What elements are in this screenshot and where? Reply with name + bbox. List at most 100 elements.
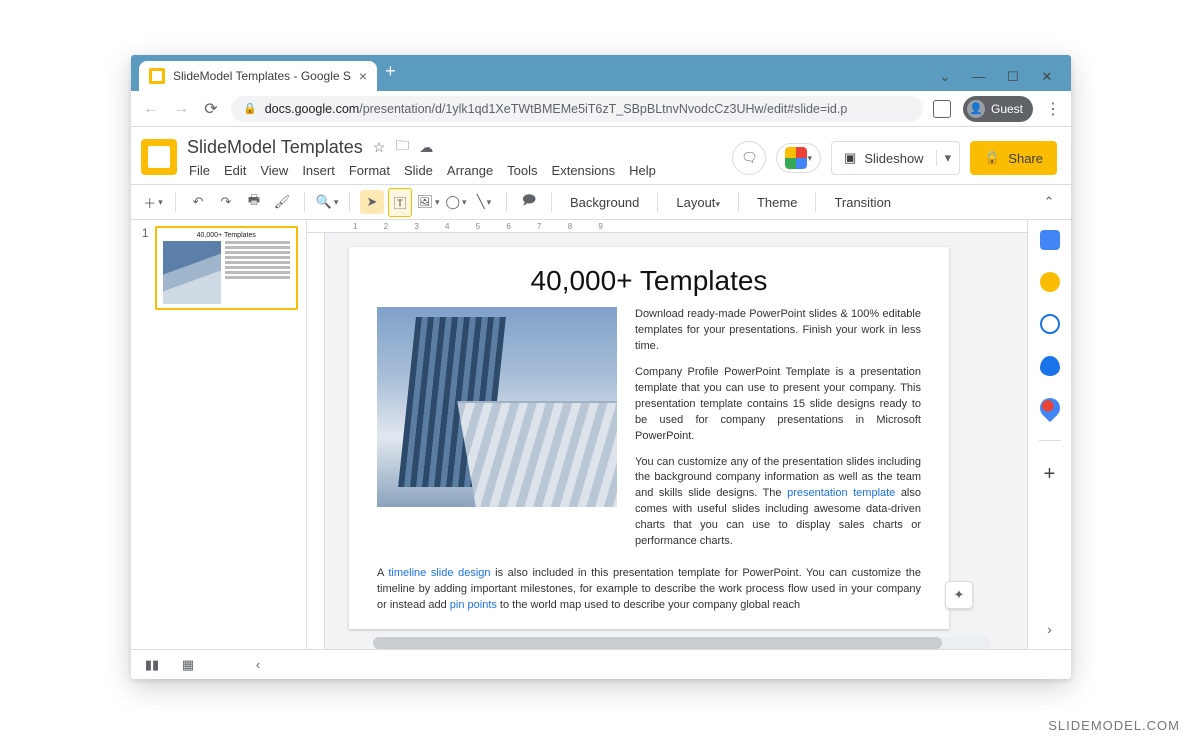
image-tool[interactable]: 🖼▾ bbox=[416, 190, 440, 214]
undo-button[interactable]: ↶ bbox=[186, 190, 210, 214]
menu-tools[interactable]: Tools bbox=[507, 163, 537, 178]
hide-side-panel-button[interactable]: › bbox=[1047, 621, 1052, 637]
link-timeline[interactable]: timeline slide design bbox=[388, 567, 490, 579]
app-header: SlideModel Templates ☆ 🗀 ☁ File Edit Vie… bbox=[131, 127, 1071, 184]
slide-viewport[interactable]: 40,000+ Templates Download ready-made Po… bbox=[325, 233, 1027, 649]
slide-title[interactable]: 40,000+ Templates bbox=[377, 265, 921, 297]
close-tab-icon[interactable]: × bbox=[359, 68, 367, 84]
bottom-bar: ▮▮ ▦ ‹ bbox=[131, 649, 1071, 679]
menu-bar: File Edit View Insert Format Slide Arran… bbox=[187, 161, 722, 184]
url-input[interactable]: 🔒 docs.google.com/presentation/d/1ylk1qd… bbox=[231, 96, 923, 122]
comment-icon: 🗨 bbox=[741, 150, 758, 166]
watermark: SLIDEMODEL.COM bbox=[1048, 718, 1180, 733]
shape-tool[interactable]: ◯▾ bbox=[444, 190, 468, 214]
slideshow-caret[interactable]: ▾ bbox=[936, 150, 960, 166]
menu-view[interactable]: View bbox=[260, 163, 288, 178]
slide-image[interactable] bbox=[377, 307, 617, 507]
forward-button[interactable]: → bbox=[171, 100, 191, 118]
close-window-icon[interactable]: ✕ bbox=[1039, 69, 1055, 85]
horizontal-ruler: 1 2 3 4 5 6 7 8 9 bbox=[307, 220, 1027, 233]
link-presentation-template[interactable]: presentation template bbox=[787, 487, 895, 499]
url-host: docs.google.com bbox=[265, 102, 360, 116]
slide-p4: A timeline slide design is also included… bbox=[377, 566, 921, 614]
play-icon: ▣ bbox=[844, 150, 856, 166]
browser-tab[interactable]: SlideModel Templates - Google S × bbox=[139, 61, 377, 91]
slides-logo-icon[interactable] bbox=[141, 139, 177, 175]
menu-slide[interactable]: Slide bbox=[404, 163, 433, 178]
contacts-icon[interactable] bbox=[1040, 356, 1060, 376]
profile-chip[interactable]: 👤 Guest bbox=[963, 96, 1033, 122]
doc-title[interactable]: SlideModel Templates bbox=[187, 137, 363, 158]
lock-icon: 🔒 bbox=[984, 150, 1000, 166]
browser-menu-icon[interactable]: ⋮ bbox=[1045, 99, 1061, 119]
maps-icon[interactable] bbox=[1035, 394, 1063, 422]
menu-extensions[interactable]: Extensions bbox=[552, 163, 616, 178]
reload-button[interactable]: ⟳ bbox=[201, 99, 221, 119]
profile-label: Guest bbox=[991, 102, 1023, 116]
back-button[interactable]: ← bbox=[141, 100, 161, 118]
new-slide-button[interactable]: ＋▾ bbox=[141, 189, 165, 216]
meet-icon bbox=[785, 147, 807, 169]
thumb-index: 1 bbox=[139, 226, 149, 310]
star-icon[interactable]: ☆ bbox=[373, 139, 386, 156]
slideshow-button[interactable]: ▣ Slideshow ▾ bbox=[831, 141, 960, 175]
comment-tool[interactable]: 🗩 bbox=[517, 187, 541, 217]
add-addon-button[interactable]: + bbox=[1044, 463, 1056, 486]
keep-icon[interactable] bbox=[1040, 272, 1060, 292]
side-panel: + › bbox=[1027, 220, 1071, 649]
chevron-down-icon[interactable]: ⌄ bbox=[937, 69, 953, 85]
move-icon[interactable]: 🗀 bbox=[395, 135, 409, 159]
grid-view-button[interactable]: ▦ bbox=[177, 657, 199, 673]
slide-p1: Download ready-made PowerPoint slides & … bbox=[635, 307, 921, 355]
collapse-toolbar-button[interactable]: ⌃ bbox=[1037, 190, 1061, 214]
menu-format[interactable]: Format bbox=[349, 163, 390, 178]
background-button[interactable]: Background bbox=[562, 191, 647, 214]
slide-p3: You can customize any of the presentatio… bbox=[635, 455, 921, 551]
explore-button[interactable]: ✦ bbox=[945, 581, 973, 609]
meet-button[interactable]: ▾ bbox=[776, 143, 821, 173]
textbox-tool[interactable]: 🅃 bbox=[388, 188, 412, 217]
toolbar: ＋▾ ↶ ↷ 🖶 🖌 🔍▾ ➤ 🅃 🖼▾ ◯▾ ╲▾ 🗩 Background … bbox=[131, 184, 1071, 220]
maximize-icon[interactable]: ☐ bbox=[1005, 69, 1021, 85]
slide-thumbnail[interactable]: 1 40,000+ Templates bbox=[139, 226, 298, 310]
canvas-area: 1 2 3 4 5 6 7 8 9 40,000+ Templates Down… bbox=[307, 220, 1027, 649]
menu-arrange[interactable]: Arrange bbox=[447, 163, 493, 178]
select-tool[interactable]: ➤ bbox=[360, 190, 384, 214]
theme-button[interactable]: Theme bbox=[749, 191, 805, 214]
slide-p2: Company Profile PowerPoint Template is a… bbox=[635, 365, 921, 445]
filmstrip-view-button[interactable]: ▮▮ bbox=[141, 657, 163, 673]
redo-button[interactable]: ↷ bbox=[214, 190, 238, 214]
print-button[interactable]: 🖶 bbox=[242, 187, 266, 217]
link-pin-points[interactable]: pin points bbox=[450, 599, 497, 611]
calendar-icon[interactable] bbox=[1040, 230, 1060, 250]
menu-insert[interactable]: Insert bbox=[302, 163, 335, 178]
transition-button[interactable]: Transition bbox=[826, 191, 899, 214]
horizontal-scrollbar[interactable] bbox=[373, 637, 991, 649]
extension-icon[interactable] bbox=[933, 100, 951, 118]
slide-canvas[interactable]: 40,000+ Templates Download ready-made Po… bbox=[349, 247, 949, 629]
sparkle-icon: ✦ bbox=[954, 587, 965, 603]
slideshow-label: Slideshow bbox=[864, 151, 923, 166]
slide-thumbnail-panel: 1 40,000+ Templates bbox=[131, 220, 307, 649]
comments-button[interactable]: 🗨 bbox=[732, 141, 766, 175]
person-icon: 👤 bbox=[967, 100, 985, 118]
menu-help[interactable]: Help bbox=[629, 163, 656, 178]
zoom-button[interactable]: 🔍▾ bbox=[315, 190, 339, 214]
menu-edit[interactable]: Edit bbox=[224, 163, 246, 178]
collapse-filmstrip-button[interactable]: ‹ bbox=[247, 657, 269, 672]
share-button[interactable]: 🔒Share bbox=[970, 141, 1057, 175]
paint-format-button[interactable]: 🖌 bbox=[270, 190, 294, 214]
vertical-ruler bbox=[307, 233, 325, 649]
thumbnail-preview: 40,000+ Templates bbox=[155, 226, 298, 310]
browser-titlebar: SlideModel Templates - Google S × + ⌄ — … bbox=[131, 55, 1071, 91]
url-path: /presentation/d/1ylk1qd1XeTWtBMEMe5iT6zT… bbox=[359, 102, 847, 116]
slide-text-block[interactable]: Download ready-made PowerPoint slides & … bbox=[635, 307, 921, 560]
layout-button[interactable]: Layout▾ bbox=[668, 191, 728, 214]
tasks-icon[interactable] bbox=[1040, 314, 1060, 334]
line-tool[interactable]: ╲▾ bbox=[472, 190, 496, 214]
menu-file[interactable]: File bbox=[189, 163, 210, 178]
new-tab-button[interactable]: + bbox=[377, 61, 404, 86]
cloud-saved-icon[interactable]: ☁ bbox=[419, 139, 433, 156]
minimize-icon[interactable]: — bbox=[971, 69, 987, 85]
address-bar: ← → ⟳ 🔒 docs.google.com/presentation/d/1… bbox=[131, 91, 1071, 127]
